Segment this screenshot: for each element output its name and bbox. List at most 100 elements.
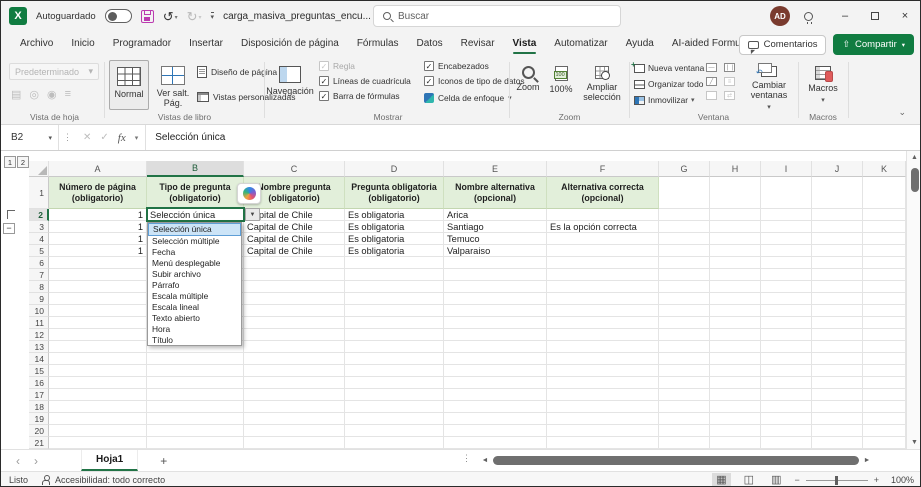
cell-B21[interactable] (147, 437, 244, 449)
cell-G21[interactable] (659, 437, 710, 449)
row-header-18[interactable]: 18 (29, 401, 49, 413)
cell-C19[interactable] (244, 413, 345, 425)
dropdown-item[interactable]: Escala lineal (148, 301, 241, 312)
cell-A9[interactable] (49, 293, 147, 305)
cell-D20[interactable] (345, 425, 444, 437)
cell-A11[interactable] (49, 317, 147, 329)
cell-E15[interactable] (444, 365, 547, 377)
tab-disposición-de-página[interactable]: Disposición de página (232, 33, 348, 55)
checkbox-barra-de-fórmulas[interactable]: ✓Barra de fórmulas (319, 91, 411, 101)
cell-D13[interactable] (345, 341, 444, 353)
cell-E10[interactable] (444, 305, 547, 317)
undo-button[interactable]: ↺▾ (163, 10, 178, 23)
cell-G15[interactable] (659, 365, 710, 377)
cell-I8[interactable] (761, 281, 812, 293)
cell-I1[interactable] (761, 177, 812, 209)
cell-G17[interactable] (659, 389, 710, 401)
row-header-10[interactable]: 10 (29, 305, 49, 317)
cell-D10[interactable] (345, 305, 444, 317)
cell-A2[interactable]: 1 (49, 209, 147, 221)
cell-D2[interactable]: Es obligatoria (345, 209, 444, 221)
cell-D21[interactable] (345, 437, 444, 449)
minimize-button[interactable]: – (830, 1, 860, 31)
cell-D3[interactable]: Es obligatoria (345, 221, 444, 233)
cell-A6[interactable] (49, 257, 147, 269)
cell-F17[interactable] (547, 389, 659, 401)
tab-revisar[interactable]: Revisar (452, 33, 504, 55)
cell-K10[interactable] (863, 305, 906, 317)
cell-C7[interactable] (244, 269, 345, 281)
cell-J14[interactable] (812, 353, 863, 365)
cell-E6[interactable] (444, 257, 547, 269)
page-layout-view-toggle[interactable]: ◫ (740, 473, 758, 487)
cell-K14[interactable] (863, 353, 906, 365)
vertical-scrollbar-thumb[interactable] (911, 168, 919, 192)
navigation-button[interactable]: Navegación (267, 60, 313, 110)
cell-F21[interactable] (547, 437, 659, 449)
zoom-to-selection-button[interactable]: Ampliar selección (578, 60, 626, 114)
cell-A14[interactable] (49, 353, 147, 365)
cell-K7[interactable] (863, 269, 906, 281)
column-header-A[interactable]: A (49, 161, 147, 177)
cell-D4[interactable]: Es obligatoria (345, 233, 444, 245)
file-name[interactable]: carga_masiva_preguntas_encu...▾ (223, 11, 379, 22)
dropdown-item[interactable]: Fecha (148, 247, 241, 258)
cell-A21[interactable] (49, 437, 147, 449)
cell-J3[interactable] (812, 221, 863, 233)
search-input[interactable]: Buscar (373, 5, 621, 27)
close-button[interactable]: × (890, 1, 920, 31)
cell-B14[interactable] (147, 353, 244, 365)
row-header-21[interactable]: 21 (29, 437, 49, 449)
normal-view-toggle[interactable]: ▦ (712, 473, 730, 487)
cell-E4[interactable]: Temuco (444, 233, 547, 245)
row-header-7[interactable]: 7 (29, 269, 49, 281)
cell-I12[interactable] (761, 329, 812, 341)
cell-B17[interactable] (147, 389, 244, 401)
vertical-scrollbar[interactable]: ▲ ▼ (906, 151, 921, 449)
cell-J8[interactable] (812, 281, 863, 293)
cell-A1[interactable]: Número de página(obligatorio) (49, 177, 147, 209)
cell-J2[interactable] (812, 209, 863, 221)
cell-G1[interactable] (659, 177, 710, 209)
cell-J11[interactable] (812, 317, 863, 329)
cell-K6[interactable] (863, 257, 906, 269)
cell-J21[interactable] (812, 437, 863, 449)
cell-K8[interactable] (863, 281, 906, 293)
cell-F20[interactable] (547, 425, 659, 437)
cell-E8[interactable] (444, 281, 547, 293)
autosave-toggle[interactable] (105, 9, 132, 23)
cell-H17[interactable] (710, 389, 761, 401)
row-header-5[interactable]: 5 (29, 245, 49, 257)
cell-J7[interactable] (812, 269, 863, 281)
cell-G9[interactable] (659, 293, 710, 305)
cell-G3[interactable] (659, 221, 710, 233)
cell-F5[interactable] (547, 245, 659, 257)
cell-E3[interactable]: Santiago (444, 221, 547, 233)
scroll-right-icon[interactable]: ► (861, 457, 873, 464)
cell-F14[interactable] (547, 353, 659, 365)
row-header-14[interactable]: 14 (29, 353, 49, 365)
cell-J10[interactable] (812, 305, 863, 317)
tab-datos[interactable]: Datos (408, 33, 452, 55)
cell-B18[interactable] (147, 401, 244, 413)
tab-insertar[interactable]: Insertar (180, 33, 232, 55)
redo-button[interactable]: ↻▾ (187, 10, 202, 23)
cell-B19[interactable] (147, 413, 244, 425)
row-header-4[interactable]: 4 (29, 233, 49, 245)
cell-dropdown-button[interactable]: ▼ (245, 208, 260, 221)
cell-I7[interactable] (761, 269, 812, 281)
cell-C5[interactable]: Capital de Chile (244, 245, 345, 257)
scroll-left-icon[interactable]: ◄ (479, 457, 491, 464)
page-break-preview-button[interactable]: Ver salt. Pág. (152, 60, 194, 110)
cell-F19[interactable] (547, 413, 659, 425)
lightbulb-icon[interactable] (804, 12, 813, 21)
save-icon[interactable] (141, 10, 154, 23)
cell-C15[interactable] (244, 365, 345, 377)
cell-G18[interactable] (659, 401, 710, 413)
cell-C9[interactable] (244, 293, 345, 305)
cell-J20[interactable] (812, 425, 863, 437)
cell-F18[interactable] (547, 401, 659, 413)
cell-D9[interactable] (345, 293, 444, 305)
view-side-by-side-button[interactable]: ❘❘ (724, 63, 735, 72)
zoom-out-button[interactable]: − (794, 475, 799, 485)
